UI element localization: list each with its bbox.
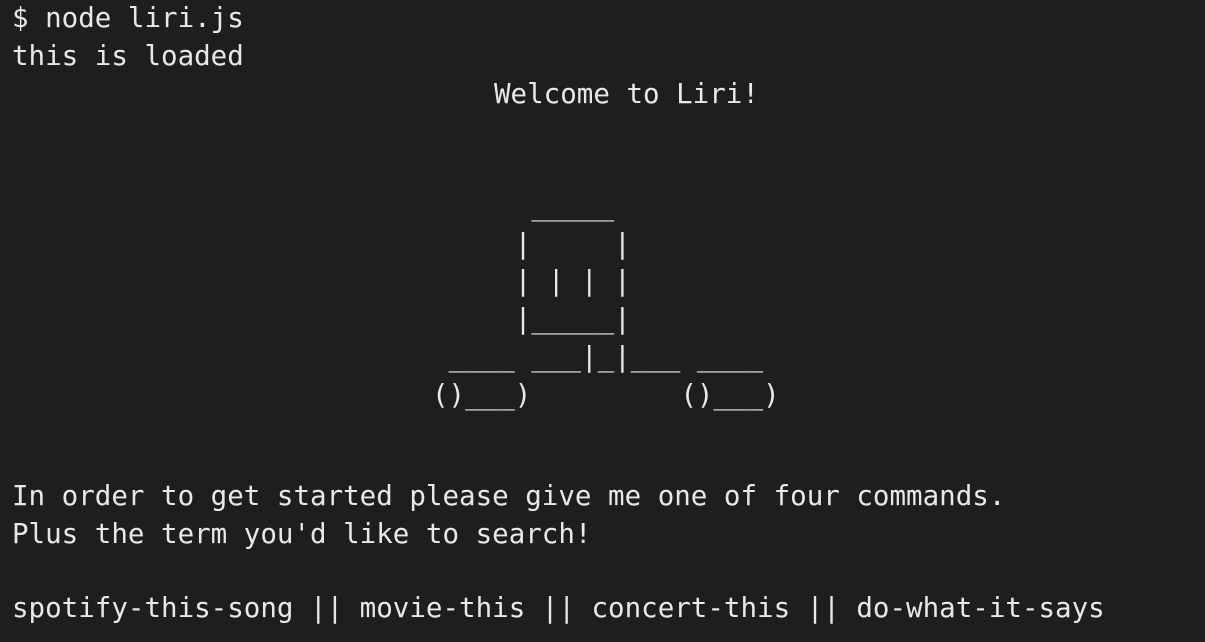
terminal-window: { "terminal": { "command": "$ node liri.…: [0, 0, 1205, 642]
commands-list: spotify-this-song || movie-this || conce…: [12, 592, 1105, 624]
command-line: $ node liri.js: [12, 2, 244, 34]
welcome-message: Welcome to Liri!: [494, 78, 759, 110]
instruction-line-2: Plus the term you'd like to search!: [12, 518, 592, 550]
ascii-art-robot: _____ | | | | | | |_____| ____ ___|_|___…: [432, 190, 780, 411]
instruction-line-1: In order to get started please give me o…: [12, 480, 1006, 512]
loaded-message: this is loaded: [12, 40, 244, 72]
